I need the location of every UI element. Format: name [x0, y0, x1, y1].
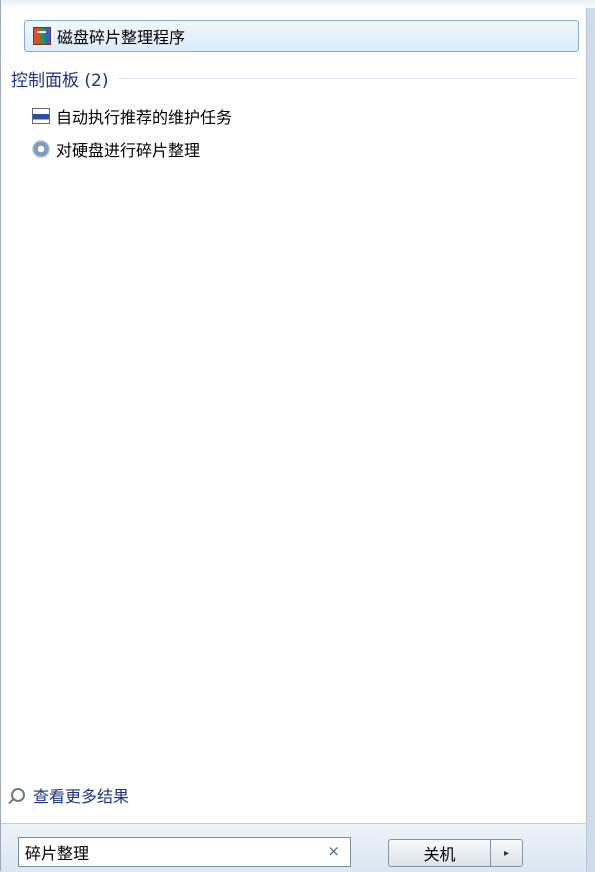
control-panel-item-maintenance[interactable]: 自动执行推荐的维护任务 — [28, 104, 232, 128]
start-menu-panel: 磁盘碎片整理程序 控制面板 (2) 自动执行推荐的维护任务 对硬盘进行碎片整理 … — [0, 0, 595, 872]
shutdown-button-group: 关机 ▸ — [388, 839, 523, 867]
shutdown-options-arrow-icon[interactable]: ▸ — [491, 840, 522, 866]
control-panel-section-header[interactable]: 控制面板 (2) — [11, 66, 577, 91]
maintenance-task-icon — [32, 108, 50, 124]
start-menu-bottom-bar: × 关机 ▸ — [1, 823, 586, 872]
control-panel-header-title: 控制面板 (2) — [11, 70, 109, 91]
control-panel-item-label: 自动执行推荐的维护任务 — [56, 108, 233, 127]
search-input[interactable] — [19, 839, 317, 865]
search-icon — [11, 788, 25, 802]
search-box[interactable]: × — [18, 837, 351, 867]
defrag-app-icon — [33, 27, 51, 45]
see-more-results-link[interactable]: 查看更多结果 — [11, 783, 129, 807]
program-result-disk-defrag[interactable]: 磁盘碎片整理程序 — [24, 20, 579, 52]
section-divider — [118, 77, 577, 79]
shutdown-button[interactable]: 关机 — [389, 840, 491, 866]
gear-icon — [32, 140, 50, 158]
panel-top-edge — [1, 0, 595, 8]
control-panel-item-label: 对硬盘进行碎片整理 — [56, 141, 201, 160]
control-panel-item-defrag-disk[interactable]: 对硬盘进行碎片整理 — [28, 137, 200, 161]
program-result-label: 磁盘碎片整理程序 — [57, 28, 186, 47]
clear-search-icon[interactable]: × — [327, 842, 340, 860]
see-more-label: 查看更多结果 — [33, 787, 130, 806]
